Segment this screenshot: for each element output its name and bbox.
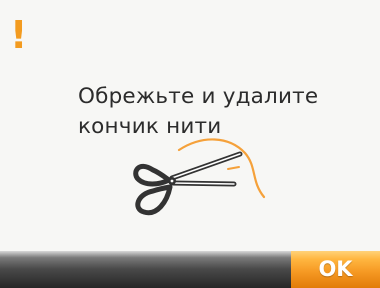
- instruction-message: Обрежьте и удалите кончик нити: [78, 82, 368, 142]
- thread-curve-icon: [177, 138, 266, 199]
- message-panel: ! Обрежьте и удалите кончик нити: [0, 0, 380, 251]
- ok-button[interactable]: OK: [291, 251, 380, 288]
- sewing-machine-message-screen: ! Обрежьте и удалите кончик нити OK: [0, 0, 380, 288]
- thread-end-icon: [227, 166, 240, 170]
- scissors-cutting-thread-icon: [133, 138, 266, 216]
- scissors-icon: [133, 151, 243, 216]
- instruction-line-1: Обрежьте и удалите: [78, 84, 319, 109]
- warning-icon: !: [10, 13, 28, 57]
